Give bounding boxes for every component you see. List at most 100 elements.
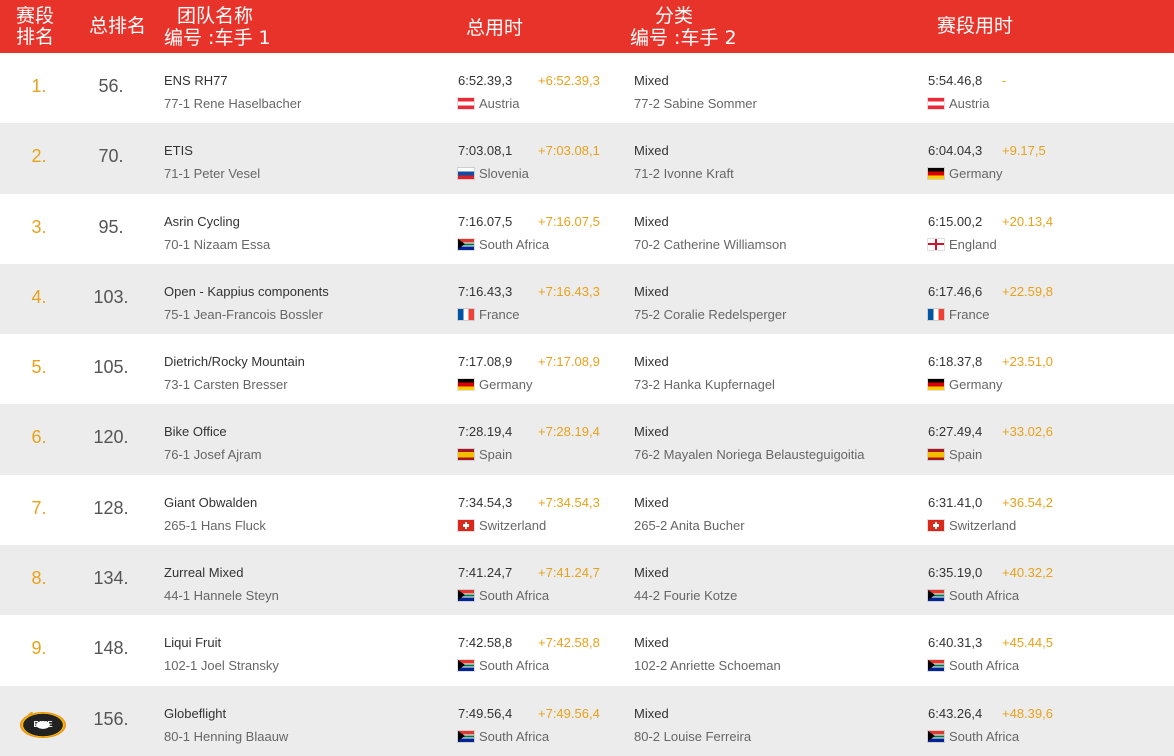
country-name: Slovenia <box>479 166 529 182</box>
rider1-name: 265-1 Hans Fluck <box>164 517 266 533</box>
flag-switzerland-icon <box>458 519 474 531</box>
rider1-nationality: South Africa <box>458 658 549 673</box>
table-row: 10.156.Globeflight80-1 Henning Blaauw7:4… <box>0 685 1174 756</box>
category: Mixed <box>634 354 669 370</box>
rider1-nationality: Slovenia <box>458 166 529 181</box>
category: Mixed <box>634 635 669 651</box>
stage-nationality: France <box>928 307 989 322</box>
stage-rank: 6. <box>31 427 47 448</box>
total-time: 7:17.08,9 <box>458 354 513 370</box>
rider2-name: 102-2 Anriette Schoeman <box>634 658 781 674</box>
category: Mixed <box>634 565 669 581</box>
stage-gap: +33.02,6 <box>1002 424 1053 440</box>
country-name: South Africa <box>479 728 550 744</box>
total-gap: +6:52.39,3 <box>538 73 600 88</box>
team-name: Open - Kappius components <box>164 283 329 299</box>
header-bib-rider2: 编号 :车手 2 <box>630 27 737 49</box>
flag-austria-icon <box>928 98 944 109</box>
stage-gap: +20.13,4 <box>1002 213 1053 229</box>
category: Mixed <box>634 494 669 510</box>
table-body: 1. 56. ENS RH77 77-1 Rene Haselbacher 6:52.3… <box>0 53 1174 756</box>
stage-rank: 8. <box>31 568 47 589</box>
rider2-name: 71-2 Ivonne Kraft <box>634 166 734 182</box>
rider1-name: 77-1 Rene Haselbacher <box>164 96 302 111</box>
rider1-nationality: South Africa <box>458 237 549 252</box>
category: Mixed <box>634 73 669 88</box>
header-stage-rank-line1: 赛段 <box>16 5 55 27</box>
overall-rank: 70. <box>98 146 124 167</box>
stage-time: 6:40.31,3 <box>928 635 983 651</box>
flag-south-africa-icon <box>928 590 944 602</box>
rider2-name: 73-2 Hanka Kupfernagel <box>634 377 775 393</box>
stage-gap: +22.59,8 <box>1002 283 1053 299</box>
country-name: Spain <box>949 447 983 463</box>
stage-rank: 4. <box>31 286 47 307</box>
flag-switzerland-icon <box>928 519 944 531</box>
category: Mixed <box>634 283 669 299</box>
team-name: Asrin Cycling <box>164 213 240 229</box>
overall-rank: 120. <box>93 427 129 448</box>
country-name: Switzerland <box>949 517 1017 533</box>
stage-nationality: South Africa <box>928 588 1019 603</box>
total-gap: +7:49.56,4 <box>538 705 600 721</box>
flag-france-icon <box>458 308 474 320</box>
country-name: Austria <box>479 96 520 111</box>
total-gap: +7:28.19,4 <box>538 424 600 440</box>
header-total-time: 总用时 <box>466 17 524 39</box>
total-gap: +7:17.08,9 <box>538 354 600 370</box>
total-time: 7:03.08,1 <box>458 143 513 159</box>
stage-rank: 9. <box>31 638 47 659</box>
stage-time: 6:04.04,3 <box>928 143 983 159</box>
stage-time: 6:43.26,4 <box>928 705 983 721</box>
table-header: 赛段 排名 总排名 团队名称 编号 :车手 1 总用时 分类 编号 :车手 2 … <box>0 0 1174 53</box>
country-name: South Africa <box>479 658 550 674</box>
overall-rank: 128. <box>93 497 129 518</box>
stage-rank: 3. <box>31 216 47 237</box>
rider1-name: 76-1 Josef Ajram <box>164 447 262 463</box>
team-name: Dietrich/Rocky Mountain <box>164 354 305 370</box>
rider1-nationality: Germany <box>458 377 532 392</box>
stage-time: 6:17.46,6 <box>928 283 983 299</box>
rider1-name: 71-1 Peter Vesel <box>164 166 261 182</box>
total-gap: +7:34.54,3 <box>538 494 600 510</box>
total-gap: +7:16.07,5 <box>538 213 600 229</box>
rider2-name: 77-2 Sabine Sommer <box>634 96 757 111</box>
table-row: 1. 56. ENS RH77 77-1 Rene Haselbacher 6:52.3… <box>0 53 1174 123</box>
overall-rank: 56. <box>98 76 124 96</box>
country-name: Austria <box>949 96 990 111</box>
overall-rank: 134. <box>93 568 129 589</box>
flag-spain-icon <box>928 449 944 461</box>
country-name: France <box>479 306 520 322</box>
stage-time: 6:15.00,2 <box>928 213 983 229</box>
total-time: 7:41.24,7 <box>458 565 513 581</box>
total-time: 7:42.58,8 <box>458 635 513 651</box>
stage-gap: +45.44,5 <box>1002 635 1053 651</box>
stage-gap: +9.17,5 <box>1002 143 1046 159</box>
category: Mixed <box>634 424 669 440</box>
table-row: 8. 134. Zurreal Mixed 44-1 Hannele Steyn 7:4… <box>0 545 1174 616</box>
flag-south-africa-icon <box>928 660 944 672</box>
results-table: 赛段 排名 总排名 团队名称 编号 :车手 1 总用时 分类 编号 :车手 2 … <box>0 0 1174 756</box>
country-name: South Africa <box>479 588 550 604</box>
table-row: 9. 148. Liqui Fruit 102-1 Joel Stransky 7:42… <box>0 615 1174 685</box>
flag-slovenia-icon <box>458 168 474 180</box>
rider1-name: 102-1 Joel Stransky <box>164 658 279 674</box>
stage-rank: 2. <box>31 146 47 167</box>
stage-rank: 7. <box>31 497 47 518</box>
stage-gap: +40.32,2 <box>1002 565 1053 581</box>
rider1-nationality: South Africa <box>458 729 549 744</box>
total-gap: +7:16.43,3 <box>538 283 600 299</box>
flag-england-icon <box>928 238 944 250</box>
rider2-name: 76-2 Mayalen Noriega Belausteguigoitia <box>634 447 865 463</box>
stage-nationality: Spain <box>928 447 982 462</box>
total-gap: +7:41.24,7 <box>538 565 600 581</box>
flag-south-africa-icon <box>458 660 474 672</box>
rider1-nationality: France <box>458 307 519 322</box>
table-row: 4. 103. Open - Kappius components 75-1 Jean… <box>0 263 1174 335</box>
flag-south-africa-icon <box>458 730 474 742</box>
total-time: 7:16.43,3 <box>458 283 513 299</box>
country-name: South Africa <box>949 658 1020 674</box>
stage-nationality: South Africa <box>928 729 1019 744</box>
stage-nationality: South Africa <box>928 658 1019 673</box>
rider1-name: 70-1 Nizaam Essa <box>164 236 271 252</box>
